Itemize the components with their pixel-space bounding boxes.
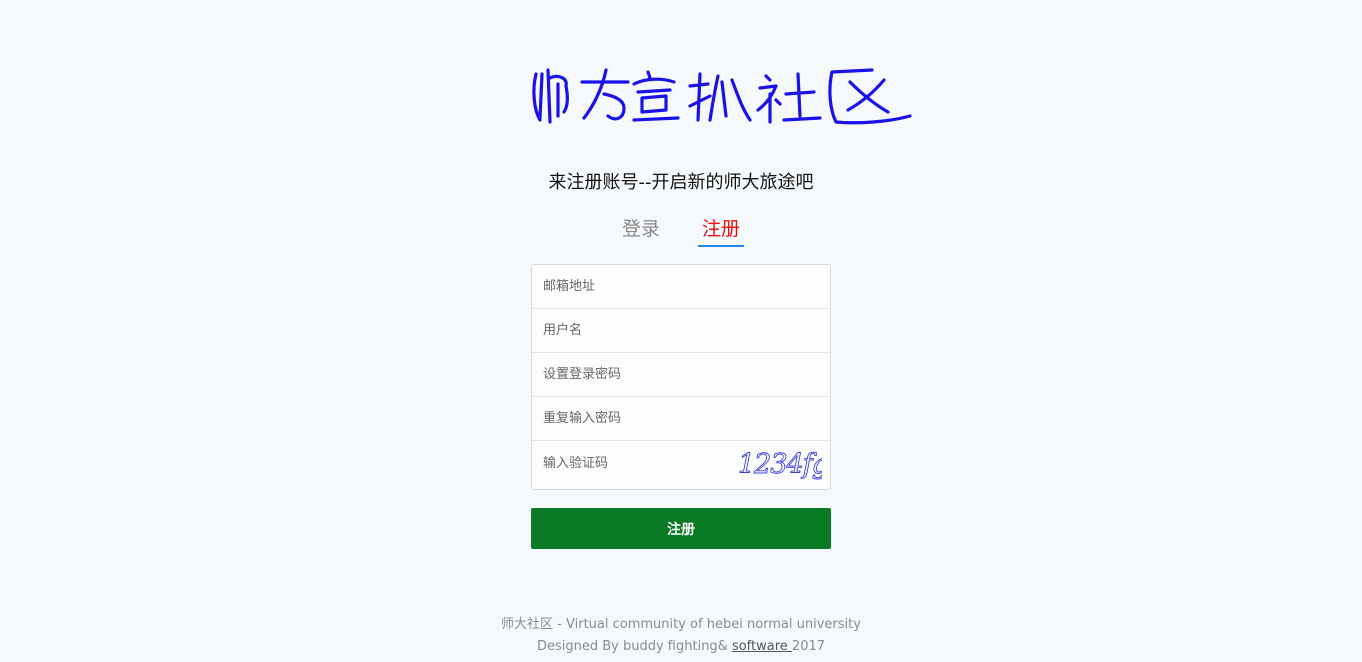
tab-login[interactable]: 登录	[618, 214, 664, 245]
captcha-image[interactable]: 1234fg	[734, 444, 822, 482]
auth-tabs: 登录 注册	[0, 214, 1362, 247]
footer-software-link[interactable]: software	[732, 639, 792, 654]
page-subtitle: 来注册账号--开启新的师大旅途吧	[548, 172, 814, 193]
footer-year: 2017	[791, 639, 826, 654]
footer-line-1: 师大社区 - Virtual community of hebei normal…	[501, 617, 861, 632]
password-field[interactable]	[532, 353, 830, 396]
register-button[interactable]: 注册	[531, 508, 831, 549]
email-row	[532, 265, 830, 309]
footer-line-2: Designed By buddy fighting& software 201…	[0, 636, 1362, 658]
username-row	[532, 309, 830, 353]
register-page: 来注册账号--开启新的师大旅途吧 登录 注册 1234fg 注册 师大社区 -	[0, 0, 1362, 662]
footer-credit: Designed By buddy fighting&	[536, 639, 732, 654]
username-field[interactable]	[532, 309, 830, 352]
register-form: 1234fg	[531, 264, 831, 490]
email-field[interactable]	[532, 265, 830, 308]
password-row	[532, 353, 830, 397]
footer: 师大社区 - Virtual community of hebei normal…	[0, 614, 1362, 658]
repeat-password-field[interactable]	[532, 397, 830, 440]
tab-register[interactable]: 注册	[698, 214, 745, 247]
site-logo	[528, 60, 920, 132]
captcha-text: 1234fg	[738, 449, 822, 480]
captcha-row: 1234fg	[532, 441, 830, 486]
repeat-password-row	[532, 397, 830, 441]
